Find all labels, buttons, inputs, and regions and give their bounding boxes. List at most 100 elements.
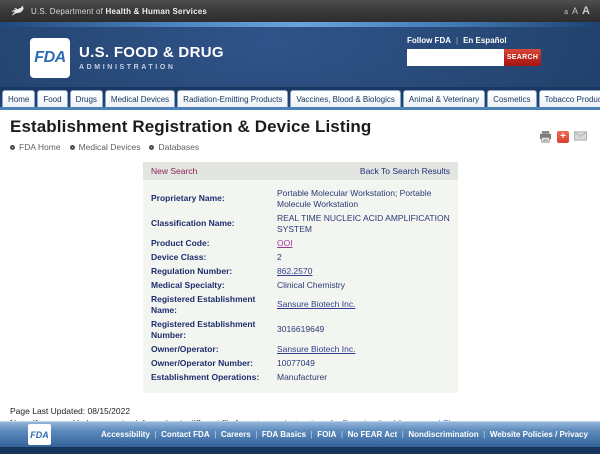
row-label: Regulation Number: <box>151 264 269 278</box>
font-size-controls: a A A <box>564 5 590 17</box>
results-header: New Search Back To Search Results <box>143 162 458 180</box>
row-label: Classification Name: <box>151 211 269 236</box>
row-label: Registered Establishment Name: <box>151 292 269 317</box>
table-row: Establishment Operations:Manufacturer <box>151 371 450 385</box>
table-row: Owner/Operator: Sansure Biotech Inc. <box>151 343 450 357</box>
en-espanol-link[interactable]: En Español <box>463 36 507 45</box>
row-value-link[interactable]: OOI <box>277 238 293 248</box>
table-row: Proprietary Name: Portable Molecular Work… <box>151 186 450 211</box>
hhs-dept-prefix: U.S. Department of <box>31 7 103 16</box>
page-title: Establishment Registration & Device List… <box>10 117 590 137</box>
separator: | <box>402 430 404 439</box>
footer-link[interactable]: Contact FDA <box>161 430 209 439</box>
nav-tab[interactable]: Animal & Veterinary <box>403 90 485 107</box>
row-value-link[interactable]: Sansure Biotech Inc. <box>277 299 355 309</box>
email-icon[interactable] <box>574 131 587 143</box>
row-value-cell: 2 <box>269 250 450 264</box>
row-label: Owner/Operator Number: <box>151 357 269 371</box>
footer-link[interactable]: Accessibility <box>101 430 150 439</box>
table-row: Classification Name: REAL TIME NUCLEIC AC… <box>151 211 450 236</box>
share-icons: + <box>539 131 587 143</box>
separator: | <box>341 430 343 439</box>
row-value: Clinical Chemistry <box>277 280 345 290</box>
nav-tab[interactable]: Drugs <box>70 90 103 107</box>
footer-link[interactable]: Careers <box>221 430 251 439</box>
row-value: 2 <box>277 252 282 262</box>
back-to-search-results-link[interactable]: Back To Search Results <box>360 166 450 176</box>
separator: | <box>255 430 257 439</box>
row-value-cell: 862.2570 <box>269 264 450 278</box>
nav-tab[interactable]: Home <box>2 90 35 107</box>
footer-link[interactable]: Nondiscrimination <box>408 430 478 439</box>
row-value: Portable Molecular Workstation; Portable… <box>277 188 431 209</box>
nav-tab[interactable]: Vaccines, Blood & Biologics <box>290 90 401 107</box>
fda-logo[interactable]: FDA <box>30 38 70 78</box>
row-value-cell: REAL TIME NUCLEIC ACID AMPLIFICATION SYS… <box>269 211 450 236</box>
footer-bar: FDA Accessibility | Contact FDA | Careers | FD… <box>0 421 600 447</box>
breadcrumb-item[interactable]: Medical Devices <box>70 142 141 152</box>
print-icon[interactable] <box>539 131 552 143</box>
page: { "hhs_bar": { "dept_prefix": "U.S. Depa… <box>0 0 600 454</box>
breadcrumb-bullet-icon <box>70 145 75 150</box>
search-button[interactable]: SEARCH <box>504 49 541 66</box>
breadcrumb-item[interactable]: FDA Home <box>10 142 61 152</box>
breadcrumb-bullet-icon <box>10 145 15 150</box>
row-label: Owner/Operator: <box>151 343 269 357</box>
nav-tab[interactable]: Cosmetics <box>487 90 536 107</box>
row-value-cell: OOI <box>269 236 450 250</box>
footer-link[interactable]: FDA Basics <box>262 430 306 439</box>
nav-tab[interactable]: Food <box>37 90 67 107</box>
row-label: Device Class: <box>151 250 269 264</box>
footer-fda-logo[interactable]: FDA <box>28 424 51 445</box>
main-content: Establishment Registration & Device List… <box>0 110 600 421</box>
footer-link[interactable]: FOIA <box>317 430 336 439</box>
header-utility: Follow FDA|En Español SEARCH <box>407 36 541 66</box>
hhs-department-label[interactable]: U.S. Department of Health & Human Servic… <box>31 7 207 16</box>
row-value-cell: 3016619649 <box>269 317 450 342</box>
row-value-cell: Sansure Biotech Inc. <box>269 292 450 317</box>
breadcrumb-link[interactable]: Databases <box>158 142 199 152</box>
fda-org-title: U.S. FOOD & DRUG ADMINISTRATION <box>79 44 224 71</box>
fda-banner: FDA U.S. FOOD & DRUG ADMINISTRATION Foll… <box>0 27 600 87</box>
share-icon[interactable]: + <box>557 131 569 143</box>
header-links: Follow FDA|En Español <box>407 36 541 45</box>
results-panel: New Search Back To Search Results Propri… <box>143 162 458 393</box>
main-nav: HomeFoodDrugsMedical DevicesRadiation-Em… <box>0 87 600 110</box>
separator: | <box>214 430 216 439</box>
hhs-eagle-icon <box>10 4 25 19</box>
table-row: Device Class: 2 <box>151 250 450 264</box>
footer-link[interactable]: Website Policies / Privacy <box>490 430 588 439</box>
breadcrumb-link[interactable]: FDA Home <box>19 142 61 152</box>
row-value-link[interactable]: 862.2570 <box>277 266 312 276</box>
follow-fda-link[interactable]: Follow FDA <box>407 36 451 45</box>
row-label: Product Code: <box>151 236 269 250</box>
row-value: 3016619649 <box>277 324 324 334</box>
fda-org-line2: ADMINISTRATION <box>79 64 224 71</box>
font-size-small-button[interactable]: a <box>564 9 568 16</box>
breadcrumb-link[interactable]: Medical Devices <box>79 142 141 152</box>
row-value: 10077049 <box>277 358 315 368</box>
font-size-medium-button[interactable]: A <box>572 6 578 16</box>
search-input[interactable] <box>407 49 504 66</box>
breadcrumb-item[interactable]: Databases <box>149 142 199 152</box>
title-row: FDA Home Medical Devices Databases <box>10 142 590 152</box>
footer-bottom-strip <box>0 447 600 454</box>
table-row: Regulation Number: 862.2570 <box>151 264 450 278</box>
footer-link[interactable]: No FEAR Act <box>348 430 397 439</box>
table-row: Owner/Operator Number: 10077049 <box>151 357 450 371</box>
row-value: REAL TIME NUCLEIC ACID AMPLIFICATION SYS… <box>277 213 450 234</box>
nav-tab[interactable]: Medical Devices <box>105 90 175 107</box>
row-label: Registered Establishment Number: <box>151 317 269 342</box>
font-size-large-button[interactable]: A <box>582 5 590 17</box>
row-label: Proprietary Name: <box>151 186 269 211</box>
row-label: Medical Specialty: <box>151 278 269 292</box>
hhs-top-bar: U.S. Department of Health & Human Servic… <box>0 0 600 22</box>
breadcrumb: FDA Home Medical Devices Databases <box>10 142 199 152</box>
nav-tab[interactable]: Tobacco Products <box>539 90 600 107</box>
new-search-link[interactable]: New Search <box>151 166 197 176</box>
nav-tab[interactable]: Radiation-Emitting Products <box>177 90 288 107</box>
row-value-link[interactable]: Sansure Biotech Inc. <box>277 344 355 354</box>
table-row: Medical Specialty: Clinical Chemistry <box>151 278 450 292</box>
separator: | <box>311 430 313 439</box>
last-updated-text: Page Last Updated: 08/15/2022 <box>10 405 590 417</box>
